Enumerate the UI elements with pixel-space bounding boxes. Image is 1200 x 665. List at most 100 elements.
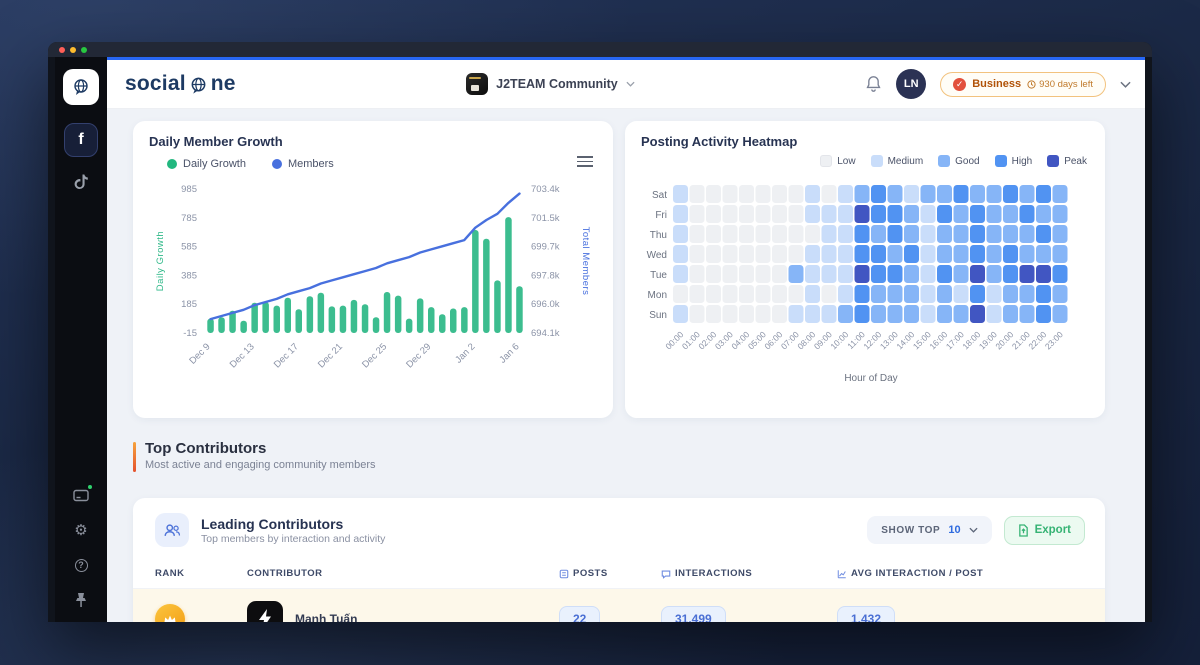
heatmap-cell[interactable]: [789, 185, 804, 203]
heatmap-cell[interactable]: [1003, 285, 1018, 303]
heatmap-cell[interactable]: [1036, 305, 1051, 323]
heatmap-cell[interactable]: [789, 245, 804, 263]
heatmap-cell[interactable]: [673, 305, 688, 323]
header-chevron-down-icon[interactable]: [1120, 81, 1131, 88]
heatmap-cell[interactable]: [970, 225, 985, 243]
heatmap-cell[interactable]: [1020, 285, 1035, 303]
heatmap-cell[interactable]: [954, 185, 969, 203]
heatmap-cell[interactable]: [838, 185, 853, 203]
heatmap-cell[interactable]: [904, 305, 919, 323]
heatmap-cell[interactable]: [772, 185, 787, 203]
heatmap-cell[interactable]: [921, 265, 936, 283]
heatmap-cell[interactable]: [970, 205, 985, 223]
heatmap-cell[interactable]: [739, 305, 754, 323]
bar[interactable]: [406, 319, 413, 333]
heatmap-cell[interactable]: [855, 185, 870, 203]
heatmap-cell[interactable]: [987, 185, 1002, 203]
bar[interactable]: [351, 300, 358, 333]
heatmap-cell[interactable]: [888, 245, 903, 263]
heatmap-cell[interactable]: [937, 285, 952, 303]
heatmap-cell[interactable]: [904, 265, 919, 283]
heatmap-cell[interactable]: [805, 185, 820, 203]
heatmap-cell[interactable]: [1003, 205, 1018, 223]
show-top-dropdown[interactable]: SHOW TOP 10: [867, 516, 991, 544]
heatmap-cell[interactable]: [739, 225, 754, 243]
bar[interactable]: [373, 317, 380, 333]
heatmap-cell[interactable]: [805, 265, 820, 283]
heatmap-cell[interactable]: [1036, 205, 1051, 223]
bar[interactable]: [329, 306, 336, 333]
user-avatar[interactable]: LN: [896, 69, 926, 99]
plan-badge[interactable]: ✓ Business 930 days left: [940, 72, 1106, 97]
heatmap-cell[interactable]: [1036, 285, 1051, 303]
heatmap-cell[interactable]: [706, 185, 721, 203]
heatmap-cell[interactable]: [822, 185, 837, 203]
heatmap-cell[interactable]: [723, 305, 738, 323]
bar[interactable]: [274, 306, 281, 333]
heatmap-cell[interactable]: [723, 185, 738, 203]
heatmap-cell[interactable]: [789, 265, 804, 283]
heatmap-cell[interactable]: [921, 205, 936, 223]
sidebar-item-settings[interactable]: ⚙: [72, 522, 90, 538]
heatmap-cell[interactable]: [789, 305, 804, 323]
heatmap-cell[interactable]: [723, 205, 738, 223]
heatmap-cell[interactable]: [1053, 285, 1068, 303]
heatmap-cell[interactable]: [1053, 205, 1068, 223]
heatmap-cell[interactable]: [838, 245, 853, 263]
bar[interactable]: [307, 296, 314, 333]
bar[interactable]: [362, 304, 369, 333]
heatmap-cell[interactable]: [772, 225, 787, 243]
heatmap-cell[interactable]: [871, 265, 886, 283]
table-row[interactable]: ★ Mạnh Tuấn 22 31,499 1,432: [133, 589, 1105, 622]
heatmap-cell[interactable]: [1053, 265, 1068, 283]
bar[interactable]: [505, 217, 512, 333]
bar[interactable]: [240, 321, 247, 333]
bar[interactable]: [262, 302, 269, 333]
heatmap-cell[interactable]: [772, 305, 787, 323]
heatmap-cell[interactable]: [756, 245, 771, 263]
bar[interactable]: [285, 298, 292, 333]
bell-icon[interactable]: [865, 75, 882, 93]
heatmap-cell[interactable]: [921, 185, 936, 203]
heatmap-cell[interactable]: [822, 205, 837, 223]
heatmap-cell[interactable]: [1020, 225, 1035, 243]
heatmap-cell[interactable]: [937, 305, 952, 323]
heatmap-cell[interactable]: [970, 285, 985, 303]
heatmap-cell[interactable]: [1003, 225, 1018, 243]
heatmap-cell[interactable]: [690, 305, 705, 323]
heatmap-cell[interactable]: [921, 305, 936, 323]
heatmap-cell[interactable]: [921, 245, 936, 263]
heatmap-cell[interactable]: [954, 265, 969, 283]
heatmap-cell[interactable]: [855, 245, 870, 263]
heatmap-cell[interactable]: [739, 265, 754, 283]
heatmap-cell[interactable]: [673, 185, 688, 203]
heatmap-cell[interactable]: [855, 265, 870, 283]
heatmap-cell[interactable]: [871, 305, 886, 323]
heatmap-cell[interactable]: [706, 225, 721, 243]
heatmap-cell[interactable]: [706, 305, 721, 323]
heatmap-cell[interactable]: [756, 305, 771, 323]
heatmap-cell[interactable]: [772, 265, 787, 283]
heatmap-cell[interactable]: [855, 285, 870, 303]
heatmap-cell[interactable]: [739, 245, 754, 263]
heatmap-cell[interactable]: [690, 225, 705, 243]
heatmap-cell[interactable]: [954, 285, 969, 303]
heatmap-cell[interactable]: [937, 245, 952, 263]
heatmap-cell[interactable]: [822, 305, 837, 323]
heatmap-cell[interactable]: [723, 225, 738, 243]
heatmap-cell[interactable]: [855, 305, 870, 323]
heatmap-cell[interactable]: [1020, 305, 1035, 323]
heatmap-cell[interactable]: [888, 285, 903, 303]
heatmap-cell[interactable]: [822, 245, 837, 263]
bar[interactable]: [296, 309, 303, 333]
heatmap-cell[interactable]: [673, 285, 688, 303]
heatmap-cell[interactable]: [789, 205, 804, 223]
bar[interactable]: [483, 239, 490, 333]
heatmap-cell[interactable]: [888, 305, 903, 323]
heatmap-cell[interactable]: [970, 265, 985, 283]
bar[interactable]: [461, 307, 468, 333]
heatmap-cell[interactable]: [970, 185, 985, 203]
bar[interactable]: [417, 298, 424, 333]
legend-item[interactable]: Daily Growth: [167, 158, 246, 170]
heatmap-cell[interactable]: [772, 285, 787, 303]
